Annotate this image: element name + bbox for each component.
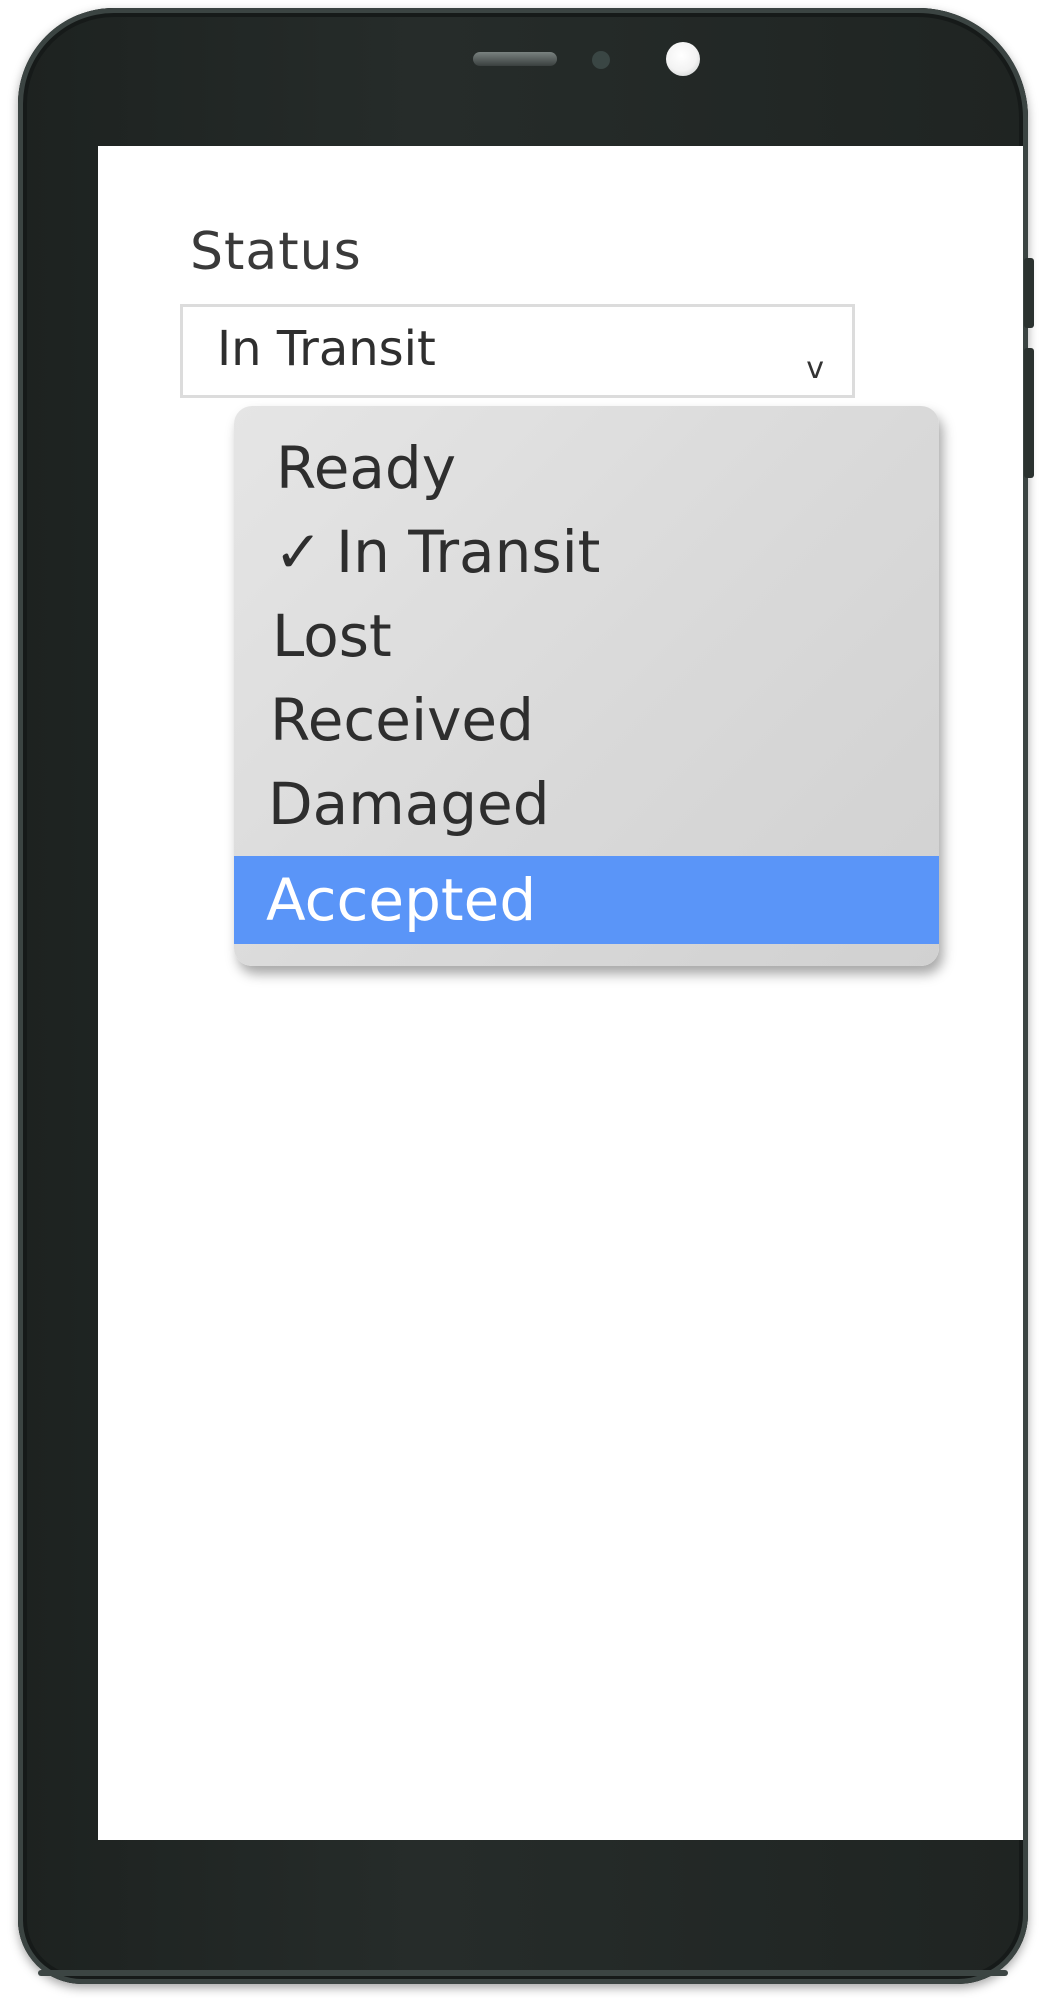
option-accepted[interactable]: Accepted	[234, 856, 939, 944]
status-label: Status	[190, 222, 362, 282]
earpiece-speaker	[473, 52, 557, 66]
option-received[interactable]: Received	[234, 678, 939, 762]
status-selected-value: In Transit	[217, 321, 436, 377]
option-label: Ready	[276, 434, 457, 502]
bottom-bezel-edge	[38, 1970, 1008, 1976]
option-label: Damaged	[268, 770, 550, 838]
option-label: Received	[270, 686, 534, 754]
option-label: Lost	[272, 602, 392, 670]
phone-screen: Status In Transit v Ready ✓ In Transit Lo…	[98, 146, 1023, 1840]
checkmark-icon: ✓	[274, 518, 323, 586]
status-dropdown-menu: Ready ✓ In Transit Lost Received Damaged …	[234, 406, 939, 966]
device-stage: Status In Transit v Ready ✓ In Transit Lo…	[0, 0, 1054, 1998]
option-in-transit[interactable]: ✓ In Transit	[234, 510, 939, 594]
option-label: In Transit	[336, 518, 601, 586]
option-damaged[interactable]: Damaged	[234, 762, 939, 846]
front-camera	[666, 42, 700, 76]
option-lost[interactable]: Lost	[234, 594, 939, 678]
volume-up-button	[1024, 258, 1034, 328]
status-select[interactable]: In Transit v	[180, 304, 855, 398]
volume-down-button	[1024, 348, 1034, 478]
chevron-down-icon: v	[806, 351, 824, 386]
phone-frame: Status In Transit v Ready ✓ In Transit Lo…	[18, 8, 1034, 1984]
proximity-sensor	[592, 51, 610, 69]
option-ready[interactable]: Ready	[234, 426, 939, 510]
option-label: Accepted	[266, 866, 537, 934]
